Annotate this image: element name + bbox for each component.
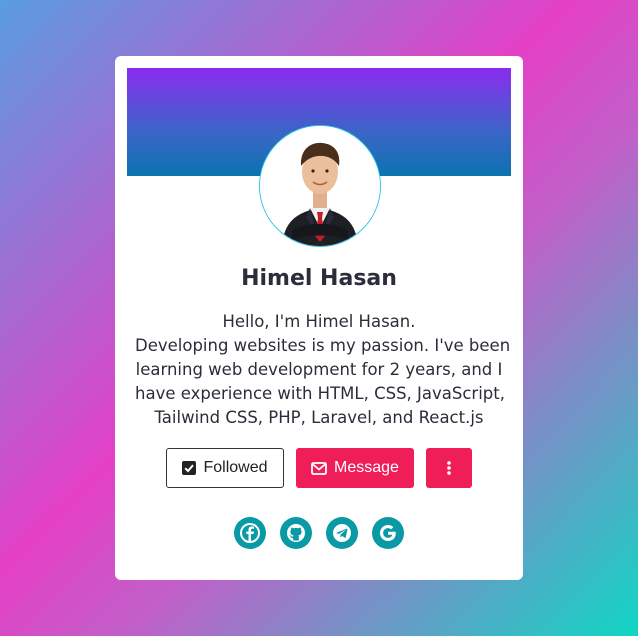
bio-line: Tailwind CSS, PHP, Laravel, and React.js — [154, 408, 484, 427]
telegram-link[interactable] — [326, 517, 358, 549]
social-links — [234, 517, 404, 549]
google-icon — [380, 525, 396, 541]
facebook-icon — [240, 523, 260, 543]
avatar-photo — [260, 126, 380, 246]
github-icon — [287, 524, 305, 542]
bio-line: learning web development for 2 years, an… — [135, 360, 503, 379]
message-label: Message — [334, 459, 399, 476]
github-link[interactable] — [280, 517, 312, 549]
profile-bio: Hello, I'm Himel Hasan. Developing websi… — [135, 310, 511, 430]
bio-line: Developing websites is my passion. I've … — [135, 336, 511, 355]
envelope-icon — [311, 461, 327, 475]
followed-button[interactable]: Followed — [166, 448, 284, 488]
google-link[interactable] — [372, 517, 404, 549]
message-button[interactable]: Message — [296, 448, 414, 488]
facebook-link[interactable] — [234, 517, 266, 549]
check-square-icon — [182, 461, 197, 475]
bio-line: Hello, I'm Himel Hasan. — [222, 312, 416, 331]
vertical-ellipsis-icon — [447, 461, 451, 475]
profile-card: Himel Hasan Hello, I'm Himel Hasan. Deve… — [115, 56, 523, 580]
avatar — [259, 125, 381, 247]
followed-label: Followed — [203, 459, 268, 476]
telegram-icon — [333, 524, 351, 542]
profile-name: Himel Hasan — [241, 266, 397, 291]
more-options-button[interactable] — [426, 448, 472, 488]
bio-line: have experience with HTML, CSS, JavaScri… — [135, 384, 505, 403]
